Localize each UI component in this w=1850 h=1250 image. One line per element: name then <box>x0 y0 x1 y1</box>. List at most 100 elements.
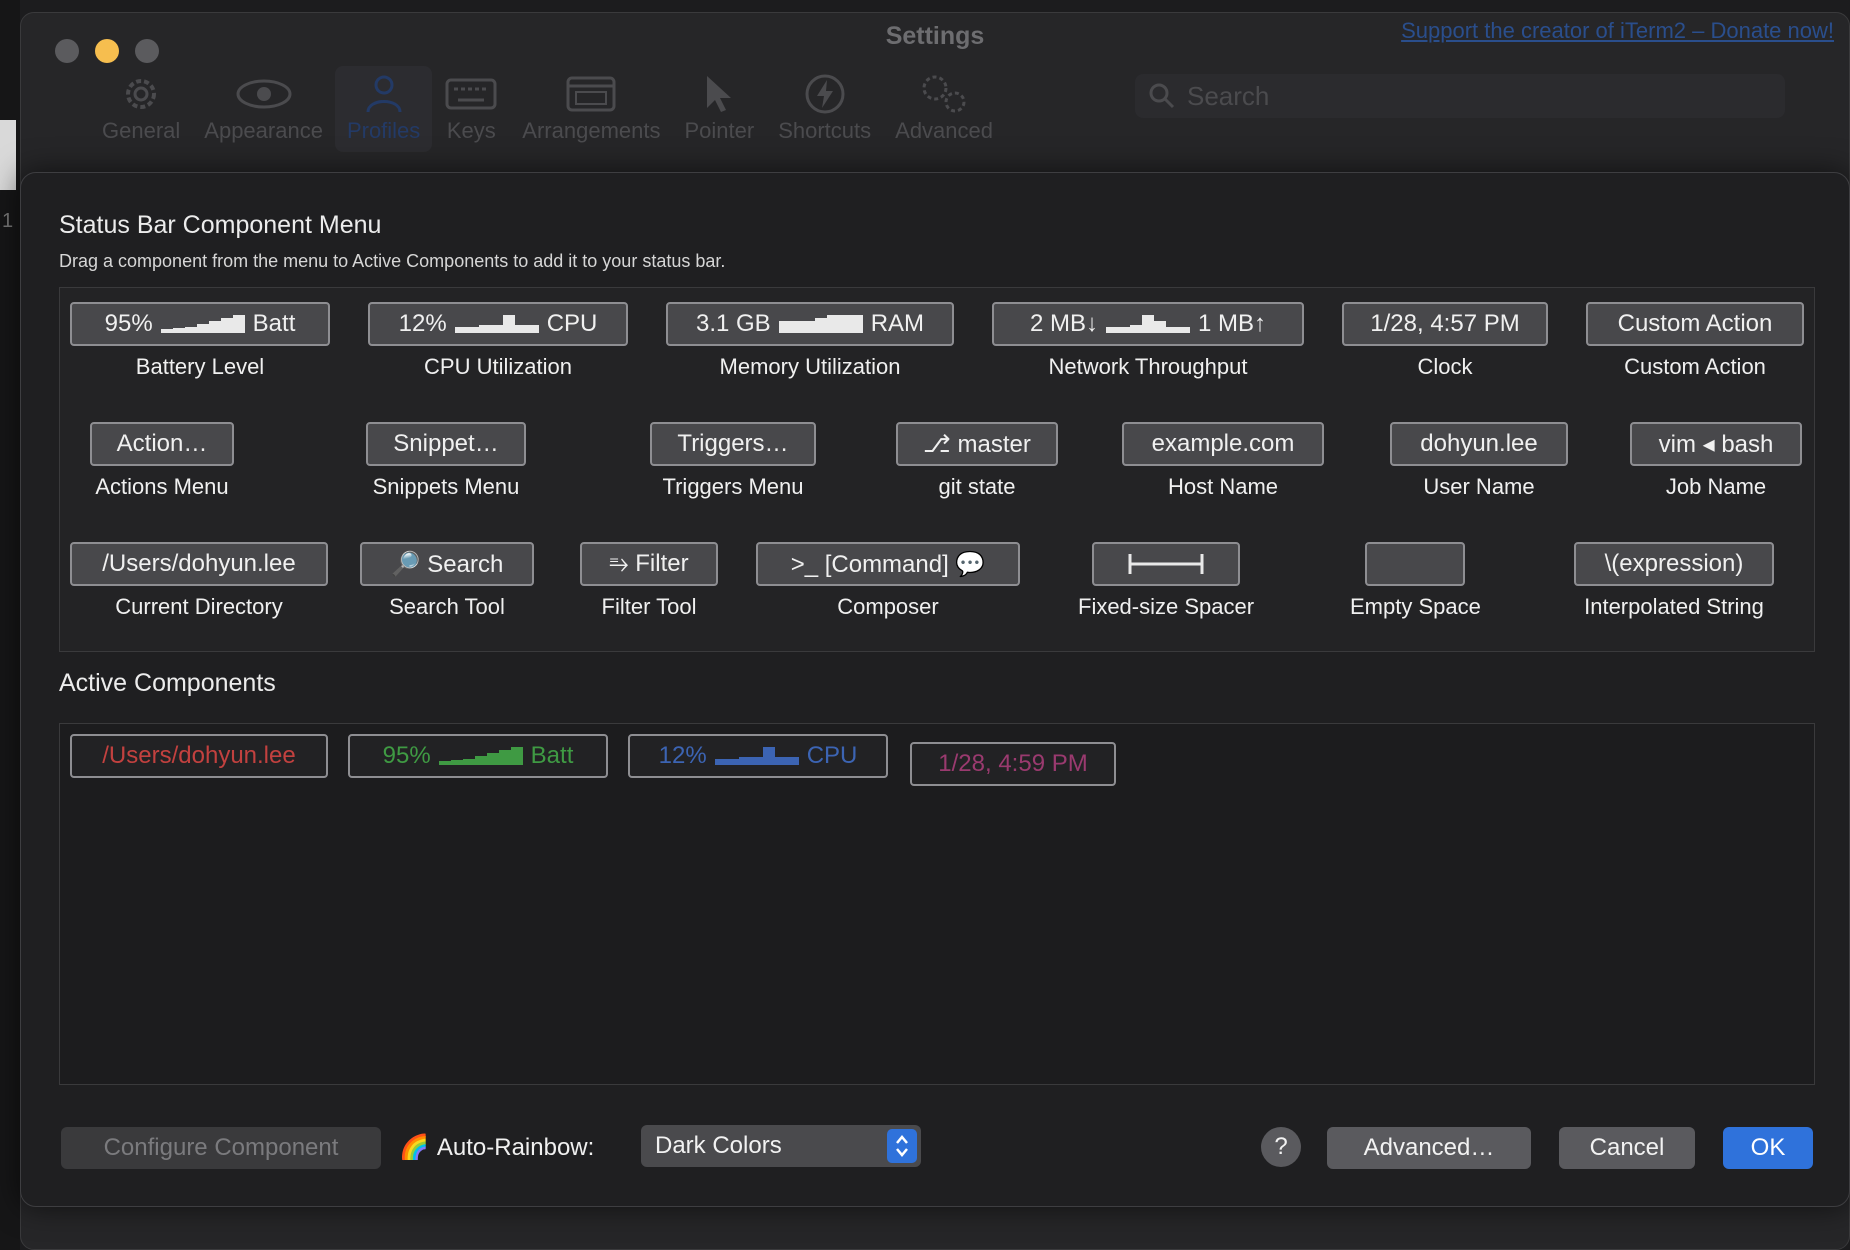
help-button[interactable]: ? <box>1261 1127 1301 1167</box>
component-actions-menu[interactable]: Action… Actions Menu <box>90 422 234 500</box>
component-memory-utilization[interactable]: 3.1 GB RAM Memory Utilization <box>666 302 954 380</box>
status-bar-config-sheet: Status Bar Component Menu Drag a compone… <box>20 172 1850 1207</box>
sparkline-bar <box>526 325 539 333</box>
sparkline-bar <box>790 321 803 333</box>
donate-link[interactable]: Support the creator of iTerm2 – Donate n… <box>1401 18 1834 44</box>
component-search-tool[interactable]: 🔎 Search Search Tool <box>360 542 534 620</box>
cancel-button[interactable]: Cancel <box>1559 1127 1695 1169</box>
tab-advanced-label: Advanced <box>895 118 993 143</box>
active-component-directory[interactable]: /Users/dohyun.lee <box>70 734 328 778</box>
active-components-title: Active Components <box>59 669 276 697</box>
tab-appearance[interactable]: Appearance <box>192 66 335 152</box>
component-job-name[interactable]: vim ◂ bash Job Name <box>1630 422 1802 500</box>
component-pill[interactable]: ⎇ master <box>896 422 1058 466</box>
component-pill[interactable]: Snippet… <box>366 422 526 466</box>
pointer-icon <box>697 72 741 116</box>
rainbow-icon: 🌈 <box>399 1134 429 1161</box>
sparkline-bar <box>1106 327 1118 333</box>
component-pill[interactable]: dohyun.lee <box>1390 422 1568 466</box>
settings-search-field[interactable]: Search <box>1135 74 1785 118</box>
tab-pointer[interactable]: Pointer <box>672 66 766 152</box>
active-component-battery[interactable]: 95% Batt <box>348 734 608 778</box>
sparkline-bar <box>786 757 799 765</box>
component-pill[interactable] <box>1092 542 1241 586</box>
auto-rainbow-select[interactable]: Dark Colors <box>641 1125 921 1167</box>
sparkline-bar <box>466 327 479 333</box>
component-host-name[interactable]: example.com Host Name <box>1122 422 1324 500</box>
sparkline-bar <box>454 327 467 333</box>
component-filter-tool[interactable]: ⥱ Filter Filter Tool <box>580 542 718 620</box>
component-interpolated-string[interactable]: \(expression) Interpolated String <box>1574 542 1774 620</box>
component-menu-subtitle: Drag a component from the menu to Active… <box>59 251 726 271</box>
active-component-cpu[interactable]: 12% CPU <box>628 734 888 778</box>
component-empty-space[interactable]: Empty Space <box>1350 542 1481 620</box>
component-cpu-utilization[interactable]: 12% CPU CPU Utilization <box>368 302 628 380</box>
component-pill[interactable]: 3.1 GB RAM <box>666 302 954 346</box>
component-battery-level[interactable]: 95% Batt Battery Level <box>70 302 330 380</box>
configure-component-button[interactable]: Configure Component <box>61 1127 381 1169</box>
active-components-box[interactable]: /Users/dohyun.lee 95% Batt 12% CPU 1/28,… <box>59 723 1815 1085</box>
tab-advanced[interactable]: Advanced <box>883 66 1005 152</box>
sparkline-bar <box>838 315 851 333</box>
sparkline-bar <box>1154 321 1166 333</box>
component-caption: Memory Utilization <box>719 354 901 379</box>
sparkline-bar <box>514 325 527 333</box>
component-pill[interactable]: 95% Batt <box>70 302 330 346</box>
gears-icon <box>917 72 971 116</box>
component-pill[interactable]: example.com <box>1122 422 1324 466</box>
component-triggers-menu[interactable]: Triggers… Triggers Menu <box>650 422 816 500</box>
component-network-throughput[interactable]: 2 MB↓ 1 MB↑ Network Throughput <box>992 302 1304 380</box>
component-fixed-size-spacer[interactable]: Fixed-size Spacer <box>1078 542 1254 620</box>
tab-arrangements[interactable]: Arrangements <box>510 66 672 152</box>
sparkline <box>714 747 799 765</box>
component-pill[interactable] <box>1365 542 1466 586</box>
sparkline <box>454 315 539 333</box>
bolt-icon <box>803 72 847 116</box>
component-user-name[interactable]: dohyun.lee User Name <box>1390 422 1568 500</box>
component-pill[interactable]: /Users/dohyun.lee <box>70 542 328 586</box>
component-pill[interactable]: Custom Action <box>1586 302 1804 346</box>
component-git-state[interactable]: ⎇ master git state <box>896 422 1058 500</box>
component-pill[interactable]: \(expression) <box>1574 542 1774 586</box>
component-pill[interactable]: Action… <box>90 422 234 466</box>
sparkline-bar <box>774 757 787 765</box>
tab-keys[interactable]: Keys <box>432 66 510 152</box>
tab-profiles[interactable]: Profiles <box>334 66 433 152</box>
component-pill[interactable]: 1/28, 4:57 PM <box>1342 302 1548 346</box>
sparkline-bar <box>778 321 791 333</box>
component-pill[interactable]: Triggers… <box>650 422 816 466</box>
keyboard-icon <box>444 72 498 116</box>
sparkline-bar <box>196 324 209 333</box>
component-pill[interactable]: 12% CPU <box>368 302 628 346</box>
sparkline-bar <box>1130 325 1142 333</box>
spacer-bracket-icon <box>1128 554 1204 574</box>
tab-shortcuts[interactable]: Shortcuts <box>766 66 883 152</box>
component-current-directory[interactable]: /Users/dohyun.lee Current Directory <box>70 542 328 620</box>
component-custom-action[interactable]: Custom Action Custom Action <box>1586 302 1804 380</box>
component-snippets-menu[interactable]: Snippet… Snippets Menu <box>366 422 526 500</box>
ok-button[interactable]: OK <box>1723 1127 1813 1169</box>
tab-shortcuts-label: Shortcuts <box>778 118 872 143</box>
sparkline-bar <box>208 321 221 333</box>
background-window-stub <box>0 120 16 190</box>
sparkline-bar <box>498 750 511 765</box>
component-caption: Interpolated String <box>1584 594 1764 619</box>
component-clock[interactable]: 1/28, 4:57 PM Clock <box>1342 302 1548 380</box>
component-composer[interactable]: >_ [Command] 💬 Composer <box>756 542 1020 620</box>
component-pill[interactable]: 🔎 Search <box>360 542 534 586</box>
gear-icon <box>119 72 163 116</box>
sparkline-bar <box>220 318 233 333</box>
sparkline-bar <box>160 329 173 333</box>
advanced-button[interactable]: Advanced… <box>1327 1127 1531 1169</box>
component-pill[interactable]: >_ [Command] 💬 <box>756 542 1020 586</box>
sparkline-bar <box>814 318 827 333</box>
component-pill[interactable]: 2 MB↓ 1 MB↑ <box>992 302 1304 346</box>
tab-general[interactable]: General <box>90 66 192 152</box>
tab-arrangements-label: Arrangements <box>522 118 661 143</box>
component-pill[interactable]: ⥱ Filter <box>580 542 718 586</box>
active-component-clock[interactable]: 1/28, 4:59 PM <box>910 742 1116 786</box>
component-pill[interactable]: vim ◂ bash <box>1630 422 1802 466</box>
background-digit: 1 <box>2 210 14 232</box>
search-icon <box>1149 83 1175 109</box>
sparkline-bar <box>1118 327 1130 333</box>
